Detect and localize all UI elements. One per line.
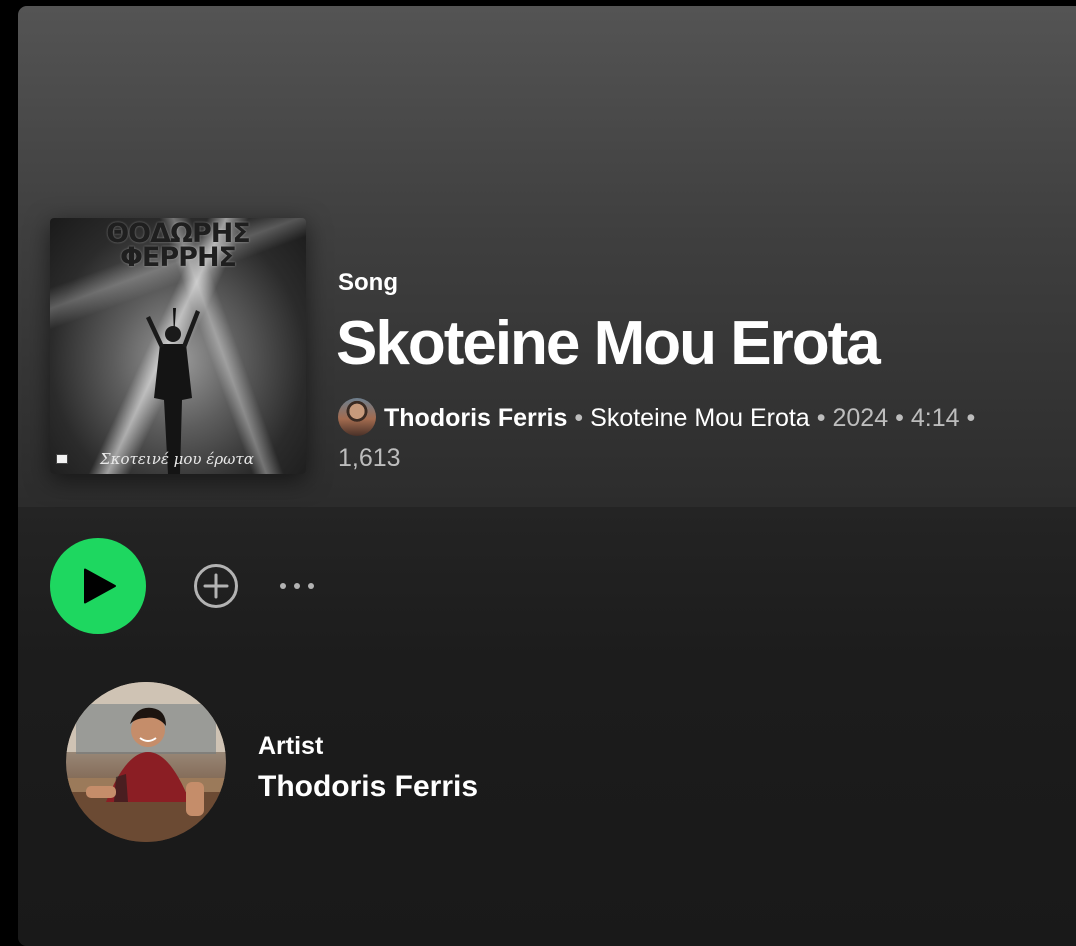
play-icon (84, 568, 116, 604)
release-year: 2024 (832, 404, 889, 432)
album-link[interactable]: Skoteine Mou Erota (590, 404, 810, 432)
album-cover: ΘΟΔΩΡΗΣ ΦΕΡΡΗΣ Σκοτεινέ μου έρωτα (50, 218, 306, 474)
play-count: 1,613 (338, 444, 401, 472)
artist-name[interactable]: Thodoris Ferris (258, 770, 478, 804)
artist-photo (66, 682, 226, 842)
more-options-button[interactable] (274, 566, 320, 606)
track-metadata: Thodoris Ferris • Skoteine Mou Erota • 2024 •… (338, 398, 1058, 478)
cover-title: ΘΟΔΩΡΗΣ ΦΕΡΡΗΣ (50, 220, 306, 273)
separator-dot: • (816, 404, 826, 432)
artist-photo-illustration (66, 682, 226, 842)
label-logo (56, 454, 68, 464)
more-options-icon (280, 583, 314, 589)
song-title: Skoteine Mou Erota (336, 309, 881, 378)
track-duration: 4:14 (910, 404, 960, 432)
main-panel: ΘΟΔΩΡΗΣ ΦΕΡΡΗΣ Σκοτεινέ μου έρωτα Song S… (18, 6, 1076, 946)
cover-title-line2: ΦΕΡΡΗΣ (119, 242, 237, 273)
artist-card[interactable]: Artist Thodoris Ferris (66, 682, 546, 842)
artist-section-label: Artist (258, 732, 324, 760)
artist-link[interactable]: Thodoris Ferris (384, 404, 567, 432)
artist-avatar-small[interactable] (338, 398, 376, 436)
play-button[interactable] (50, 538, 146, 634)
cover-script-title: Σκοτεινέ μου έρωτα (100, 450, 254, 468)
separator-dot: • (966, 404, 976, 432)
separator-dot: • (574, 404, 584, 432)
separator-dot: • (895, 404, 904, 432)
item-type-label: Song (338, 269, 398, 296)
add-to-library-button[interactable] (192, 562, 240, 610)
add-circle-icon (194, 564, 238, 608)
